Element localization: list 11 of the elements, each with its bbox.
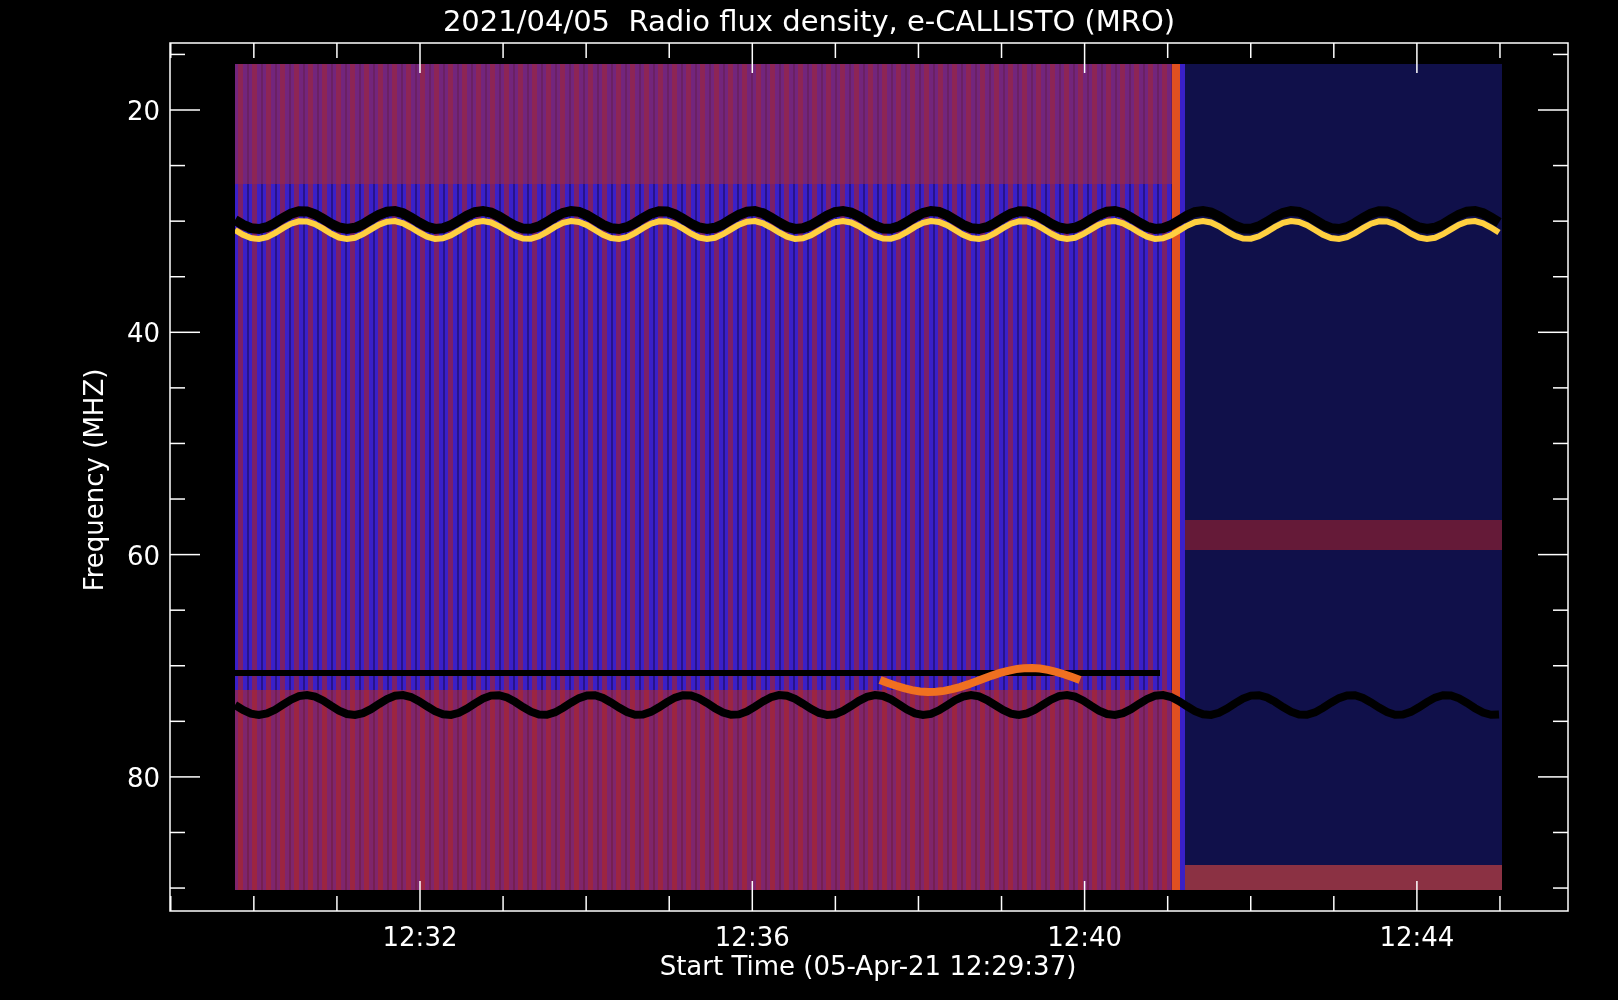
- x-axis-title: Start Time (05-Apr-21 12:29:37): [659, 951, 1077, 981]
- y-tick-label: 40: [126, 318, 160, 349]
- x-tick-label: 12:44: [1379, 922, 1455, 952]
- y-axis-title: Frequency (MHZ): [79, 368, 109, 592]
- x-tick-label: 12:36: [714, 922, 790, 952]
- x-tick-label: 12:32: [382, 922, 458, 952]
- y-tick-label: 20: [126, 96, 160, 126]
- y-tick-label: 60: [126, 540, 160, 571]
- y-tick-label: 80: [126, 762, 160, 793]
- chart-title: 2021/04/05 Radio flux density, e-CALLISTO (MRO): [442, 4, 1176, 38]
- x-tick-label: 12:40: [1047, 922, 1123, 952]
